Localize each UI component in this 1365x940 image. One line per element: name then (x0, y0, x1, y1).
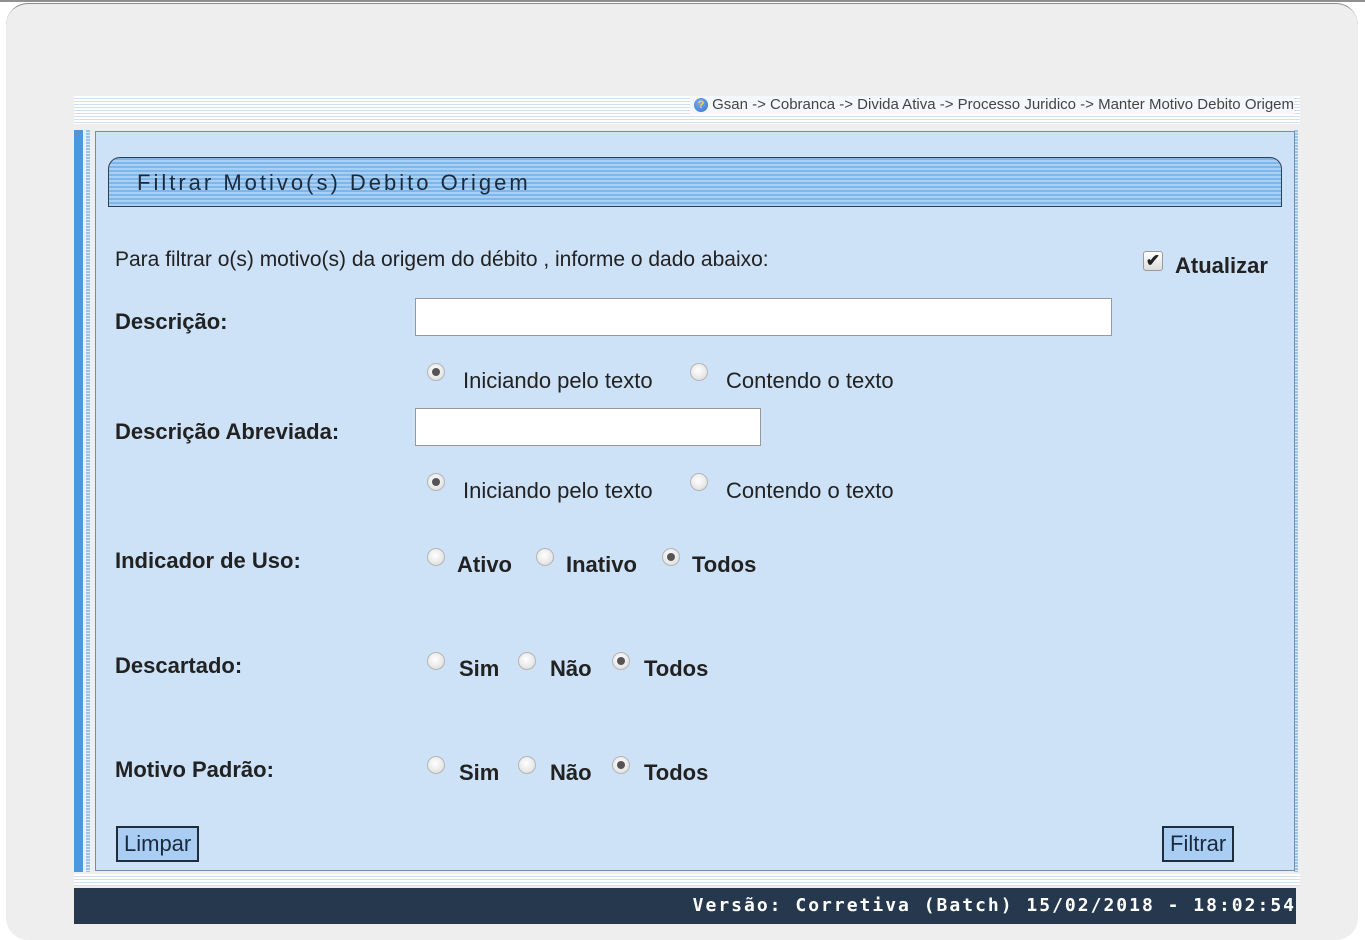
descartado-todos-radio[interactable] (612, 652, 630, 670)
uso-inativo-radio[interactable] (536, 548, 554, 566)
descricao-abreviada-input[interactable] (415, 408, 761, 446)
descricao-input[interactable] (415, 298, 1112, 336)
descricao-iniciando-radio[interactable] (427, 363, 445, 381)
descricao-contendo-radio[interactable] (690, 363, 708, 381)
descartado-nao-label: Não (550, 656, 592, 681)
padrao-sim-label: Sim (459, 760, 500, 785)
descricao-iniciando-label: Iniciando pelo texto (463, 368, 653, 393)
abreviada-iniciando-radio[interactable] (427, 473, 445, 491)
uso-ativo-label: Ativo (457, 552, 512, 577)
left-accent-bar (74, 130, 83, 872)
padrao-nao-radio[interactable] (518, 756, 536, 774)
abreviada-contendo-label: Contendo o texto (726, 478, 894, 503)
padrao-sim-radio[interactable] (427, 756, 445, 774)
descartado-sim-label: Sim (459, 656, 500, 681)
instructions-text: Para filtrar o(s) motivo(s) da origem do… (115, 248, 769, 271)
indicador-uso-label: Indicador de Uso: (115, 548, 301, 573)
version-footer: Versão: Corretiva (Batch) 15/02/2018 - 1… (74, 888, 1296, 924)
left-dotted-bar (86, 130, 90, 872)
limpar-button[interactable]: Limpar (116, 826, 200, 862)
motivo-padrao-label: Motivo Padrão: (115, 757, 274, 782)
atualizar-checkbox[interactable]: ✔ (1143, 251, 1163, 271)
descricao-contendo-label: Contendo o texto (726, 368, 894, 393)
descartado-sim-radio[interactable] (427, 652, 445, 670)
breadcrumb-bar: ? Gsan -> Cobranca -> Divida Ativa -> Pr… (74, 96, 1300, 124)
padrao-todos-radio[interactable] (612, 756, 630, 774)
top-border (0, 0, 1365, 2)
panel-title: Filtrar Motivo(s) Debito Origem (137, 170, 531, 195)
descartado-nao-radio[interactable] (518, 652, 536, 670)
breadcrumb-text: Gsan -> Cobranca -> Divida Ativa -> Proc… (712, 96, 1294, 113)
footer-separator (74, 874, 1300, 886)
filtrar-button[interactable]: Filtrar (1162, 826, 1235, 862)
abreviada-contendo-radio[interactable] (690, 473, 708, 491)
uso-ativo-radio[interactable] (427, 548, 445, 566)
uso-todos-label: Todos (692, 552, 757, 577)
uso-inativo-label: Inativo (566, 552, 637, 577)
breadcrumb: ? Gsan -> Cobranca -> Divida Ativa -> Pr… (690, 96, 1294, 114)
descartado-todos-label: Todos (644, 656, 709, 681)
uso-todos-radio[interactable] (662, 548, 680, 566)
version-text: Versão: Corretiva (Batch) 15/02/2018 - 1… (692, 895, 1296, 916)
abreviada-iniciando-label: Iniciando pelo texto (463, 478, 653, 503)
filter-panel: Filtrar Motivo(s) Debito Origem Para fil… (95, 131, 1295, 871)
descartado-label: Descartado: (115, 653, 243, 678)
padrao-todos-label: Todos (644, 760, 709, 785)
descricao-label: Descrição: (115, 309, 228, 334)
atualizar-label: Atualizar (1175, 253, 1268, 278)
panel-title-bar: Filtrar Motivo(s) Debito Origem (108, 157, 1282, 207)
descricao-abreviada-label: Descrição Abreviada: (115, 419, 340, 444)
padrao-nao-label: Não (550, 760, 592, 785)
help-icon[interactable]: ? (694, 98, 709, 112)
